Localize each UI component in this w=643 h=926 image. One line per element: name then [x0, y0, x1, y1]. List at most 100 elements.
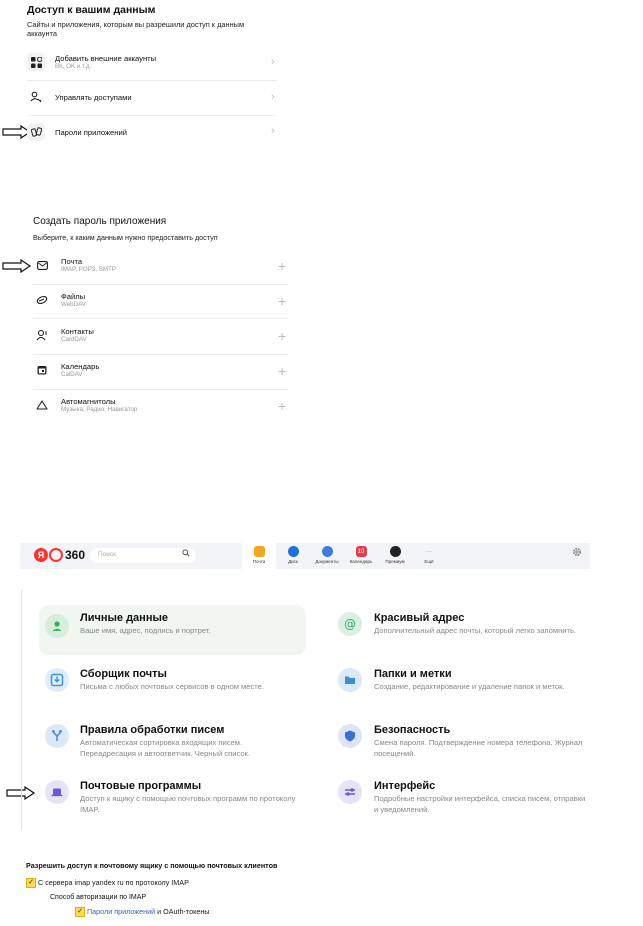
item-label: Контакты: [61, 326, 94, 336]
create-title: Создать пароль приложения: [33, 216, 167, 227]
shield-icon: [338, 724, 362, 748]
create-mail-item[interactable]: Почта IMAP, POP3, SMTP: [33, 256, 116, 274]
add-mail-button[interactable]: +: [278, 258, 286, 274]
documents-app-icon: [321, 546, 333, 557]
app-label: Диск: [288, 559, 298, 564]
chevron-right-icon: ›: [271, 56, 275, 68]
sliders-icon: [338, 780, 362, 804]
logo[interactable]: Я 360: [34, 548, 85, 562]
mail-programs-card[interactable]: Почтовые программы Доступ к ящику с помо…: [45, 780, 315, 815]
create-contacts-item[interactable]: Контакты CardDAV: [33, 326, 94, 344]
manage-access-item[interactable]: Управлять доступами: [27, 88, 132, 106]
app-passwords-checkbox[interactable]: ✓ Пароли приложений и OAuth-токены: [75, 907, 210, 918]
app-mail[interactable]: Почта: [242, 543, 276, 569]
card-desc: Доступ к ящику с помощью почтовых програ…: [80, 794, 296, 814]
app-calendar[interactable]: 10 Календарь: [344, 543, 378, 569]
search-placeholder: Поиск: [98, 551, 117, 558]
item-label: Автомагнитолы: [61, 396, 116, 406]
mail-rules-card[interactable]: Правила обработки писем Автоматическая с…: [45, 724, 315, 759]
card-title: Интерфейс: [374, 780, 436, 792]
app-more[interactable]: ··· Ещё: [412, 543, 446, 569]
personal-data-card[interactable]: Личные данные Ваше имя, адрес, подпись и…: [39, 605, 306, 655]
calendar-icon: [33, 361, 51, 379]
folders-labels-card[interactable]: Папки и метки Создание, редактирование и…: [338, 668, 588, 692]
app-documents[interactable]: Документы: [310, 543, 344, 569]
item-label: Файлы: [61, 291, 86, 301]
card-title: Сборщик почты: [80, 668, 167, 680]
item-sub: Музыка, Радио, Навигатор: [61, 405, 138, 413]
chevron-right-icon: ›: [271, 91, 275, 103]
oauth-suffix: и OAuth-токены: [155, 907, 210, 916]
service-switcher: Почта Диск Документы 10 Календарь Премиу…: [242, 543, 446, 569]
calendar-app-icon: 10: [355, 546, 367, 557]
interface-card[interactable]: Интерфейс Подробные настройки интерфейса…: [338, 780, 588, 815]
item-label: Календарь: [61, 361, 100, 371]
beautiful-address-card[interactable]: @ Красивый адрес Дополнительный адрес по…: [338, 612, 588, 636]
card-title: Личные данные: [80, 612, 168, 624]
card-desc: Ваше имя, адрес, подпись и портрет.: [80, 626, 211, 635]
chevron-right-icon: ›: [271, 125, 275, 137]
mail-collector-card[interactable]: Сборщик почты Письма с любых почтовых се…: [45, 668, 315, 692]
card-title: Безопасность: [374, 724, 451, 736]
card-desc: Письма с любых почтовых сервисов в одном…: [80, 682, 265, 691]
user-key-icon: [27, 88, 45, 106]
item-label: Добавить внешние аккаунты: [55, 53, 157, 63]
checkmark-icon: ✓: [26, 878, 36, 889]
ring-logo-icon: [49, 548, 63, 562]
card-title: Правила обработки писем: [80, 724, 225, 736]
add-contacts-button[interactable]: +: [278, 328, 286, 344]
create-calendar-item[interactable]: Календарь CalDAV: [33, 361, 99, 379]
item-sub: CalDAV: [61, 370, 83, 378]
app-disk[interactable]: Диск: [276, 543, 310, 569]
card-desc: Автоматическая сортировка входящих писем…: [80, 738, 250, 758]
create-files-item[interactable]: Файлы WebDAV: [33, 291, 86, 309]
more-dots-icon: ···: [426, 548, 432, 555]
divider: [33, 318, 288, 319]
header-bar: Я 360 Поиск Почта Диск Документы 10 Кале…: [20, 543, 590, 569]
add-car-radio-button[interactable]: +: [278, 398, 286, 414]
inbox-download-icon: [45, 668, 69, 692]
item-sub: CardDAV: [61, 335, 87, 343]
at-icon: @: [338, 612, 362, 636]
divider: [33, 354, 288, 355]
branch-icon: [45, 724, 69, 748]
add-files-button[interactable]: +: [278, 293, 286, 309]
divider: [27, 80, 277, 81]
external-accounts-item[interactable]: Добавить внешние аккаунты ВК, OK и т.д.: [27, 53, 156, 71]
divider: [27, 115, 277, 116]
create-description: Выберите, к каким данным нужно предостав…: [33, 233, 218, 242]
app-label: Ещё: [424, 559, 434, 564]
security-card[interactable]: Безопасность Смена пароля. Подтверждение…: [338, 724, 588, 759]
app-passwords-item[interactable]: Пароли приложений: [27, 123, 127, 141]
search-icon[interactable]: [182, 549, 190, 559]
checkbox-label: С сервера imap yandex ru по протоколу IM…: [38, 878, 189, 887]
imap-title: Разрешить доступ к почтовому ящику с пом…: [26, 861, 278, 870]
item-sub: IMAP, POP3, SMTP: [61, 265, 116, 273]
add-calendar-button[interactable]: +: [278, 363, 286, 379]
app-premium[interactable]: Премиум: [378, 543, 412, 569]
person-icon: [45, 614, 69, 638]
item-sub: ВК, OK и т.д.: [55, 62, 92, 70]
pointer-arrow-icon: [2, 259, 32, 273]
search-input[interactable]: Поиск: [90, 548, 196, 563]
imap-auth-subtitle: Способ авторизации по IMAP: [50, 894, 147, 901]
card-desc: Создание, редактирование и удаление папо…: [374, 682, 565, 691]
item-sub: WebDAV: [61, 300, 86, 308]
apps-grid-icon: [27, 53, 45, 71]
create-car-radio-item[interactable]: Автомагнитолы Музыка, Радио, Навигатор: [33, 396, 137, 414]
svg-text:@: @: [344, 617, 356, 631]
card-title: Красивый адрес: [374, 612, 465, 624]
contacts-icon: [33, 326, 51, 344]
card-desc: Смена пароля. Подтверждение номера телеф…: [374, 738, 583, 758]
mail-icon: [33, 256, 51, 274]
gear-icon[interactable]: [572, 547, 582, 560]
card-desc: Подробные настройки интерфейса, списка п…: [374, 794, 586, 814]
card-title: Почтовые программы: [80, 780, 202, 792]
app-label: Календарь: [349, 559, 373, 564]
app-passwords-link[interactable]: Пароли приложений: [87, 907, 155, 916]
disk-icon: [33, 291, 51, 309]
premium-app-icon: [389, 546, 401, 557]
imap-server-checkbox[interactable]: ✓ С сервера imap yandex ru по протоколу I…: [26, 878, 189, 889]
disk-app-icon: [287, 546, 299, 557]
app-label: Документы: [315, 559, 339, 564]
